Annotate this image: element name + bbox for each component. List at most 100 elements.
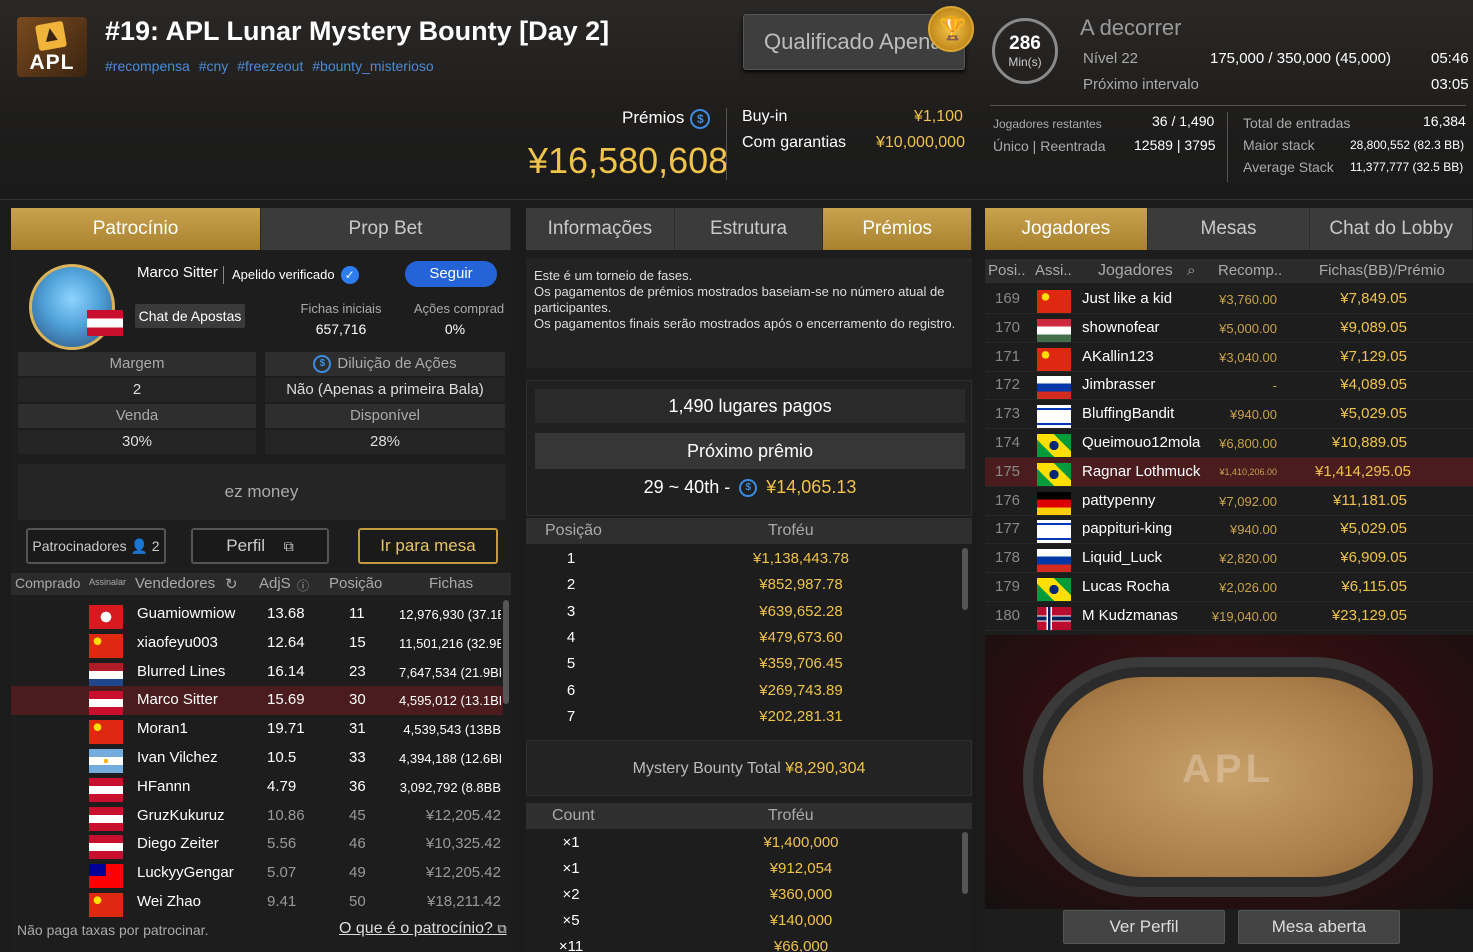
col-sellers[interactable]: Vendedores: [135, 575, 215, 592]
table-row[interactable]: LuckyyGengar 5.07 49 ¥12,205.42: [11, 859, 503, 889]
prize-value: ¥639,652.28: [759, 602, 843, 620]
follow-button[interactable]: Seguir: [405, 261, 497, 287]
table-row[interactable]: Guamiowmiow 13.68 11 12,976,930 (37.1BB): [11, 600, 503, 629]
col-mark[interactable]: Assi..: [1035, 262, 1072, 279]
col-chips-prize[interactable]: Fichas(BB)/Prémio: [1319, 262, 1445, 279]
sponsors-button[interactable]: Patrocinadores 👤 2: [26, 528, 166, 564]
tab-prizes[interactable]: Prémios: [823, 208, 973, 250]
tag-link[interactable]: #freezeout: [237, 58, 303, 74]
player-row[interactable]: 180 M Kudzmanas ¥19,040.00 ¥23,129.05: [985, 602, 1473, 631]
table-logo: APL: [1182, 747, 1274, 791]
country-flag-icon: [89, 633, 123, 658]
col-mark[interactable]: Assinalar: [89, 577, 126, 587]
tab-tables[interactable]: Mesas: [1147, 208, 1311, 250]
seller-name: Guamiowmiow: [137, 605, 236, 622]
player-row[interactable]: 177 pappituri-king ¥940.00 ¥5,029.05: [985, 515, 1473, 545]
player-name: pappituri-king: [1082, 520, 1173, 538]
tab-info[interactable]: Informações: [526, 208, 675, 250]
col-bounty[interactable]: Recomp..: [1218, 262, 1282, 279]
player-rank: 173: [995, 405, 1021, 423]
bet-chat-button[interactable]: Chat de Apostas: [135, 304, 245, 328]
refresh-icon[interactable]: ↻: [225, 575, 238, 593]
player-bounty: ¥2,026.00: [1219, 580, 1277, 595]
table-row[interactable]: Wei Zhao 9.41 50 ¥18,211.42: [11, 888, 503, 917]
shares-bought-value: 0%: [444, 321, 466, 337]
prizes-scrollbar[interactable]: [962, 548, 968, 610]
tab-sponsorship[interactable]: Patrocínio: [11, 208, 261, 250]
avatar[interactable]: [29, 264, 115, 350]
timer-unit: Min(s): [1008, 55, 1042, 69]
country-flag-icon: [1037, 520, 1071, 544]
tag-link[interactable]: #recompensa: [105, 58, 190, 74]
tag-link[interactable]: #cny: [199, 58, 229, 74]
player-row[interactable]: 169 Just like a kid ¥3,760.00 ¥7,849.05: [985, 285, 1473, 314]
view-profile-button[interactable]: Ver Perfil: [1063, 910, 1225, 944]
profile-button[interactable]: Perfil ⧉: [191, 528, 329, 564]
seller-position: 46: [349, 835, 366, 853]
sellers-scrollbar[interactable]: [503, 600, 509, 704]
table-row[interactable]: HFannn 4.79 36 3,092,792 (8.8BB: [11, 773, 503, 802]
player-row[interactable]: 174 Queimouo12mola ¥6,800.00 ¥10,889.05: [985, 429, 1473, 458]
seller-position: 23: [349, 662, 366, 680]
country-flag-icon: [1037, 376, 1071, 400]
external-link-icon: ⧉: [497, 921, 507, 936]
player-prize: ¥9,089.05: [1340, 318, 1407, 336]
prize-value: ¥269,743.89: [759, 681, 843, 699]
bounty-row: ×2 ¥360,000: [526, 882, 962, 908]
player-name: Jimbrasser: [1082, 376, 1156, 394]
tag-link[interactable]: #bounty_misterioso: [312, 58, 433, 74]
seller-position: 15: [349, 633, 366, 651]
col-rank[interactable]: Posi..: [988, 262, 1026, 279]
player-row[interactable]: 172 Jimbrasser - ¥4,089.05: [985, 371, 1473, 401]
col-adjs[interactable]: AdjS: [259, 575, 291, 592]
table-row[interactable]: Diego Zeiter 5.56 46 ¥10,325.42: [11, 830, 503, 860]
col-position[interactable]: Posição: [329, 575, 382, 592]
go-to-table-button[interactable]: Ir para mesa: [358, 528, 498, 564]
player-row[interactable]: 176 pattypenny ¥7,092.00 ¥11,181.05: [985, 487, 1473, 516]
player-bounty: ¥2,820.00: [1219, 551, 1277, 567]
open-table-button[interactable]: Mesa aberta: [1238, 910, 1400, 944]
country-flag-icon: [1037, 491, 1071, 515]
bounty-value: ¥140,000: [769, 912, 833, 929]
buyin-label: Buy-in: [742, 108, 788, 125]
seller-adjs: 10.5: [267, 749, 297, 766]
prize-row: 5 ¥359,706.45: [526, 651, 962, 677]
level-label: Nível 22: [1083, 50, 1139, 67]
player-row[interactable]: 170 shownofear ¥5,000.00 ¥9,089.05: [985, 314, 1473, 343]
seller-chips: 7,647,534 (21.9BB: [399, 664, 501, 680]
player-prize: ¥10,889.05: [1331, 434, 1407, 451]
player-row[interactable]: 171 AKallin123 ¥3,040.00 ¥7,129.05: [985, 343, 1473, 372]
bounty-scrollbar[interactable]: [962, 832, 968, 894]
table-row[interactable]: Moran1 19.71 31 4,539,543 (13BB: [11, 715, 503, 745]
search-icon[interactable]: ⌕: [1187, 262, 1195, 279]
table-row[interactable]: Ivan Vilchez 10.5 33 4,394,188 (12.6BB: [11, 744, 503, 773]
table-row[interactable]: Marco Sitter 15.69 30 4,595,012 (13.1BB: [11, 686, 503, 716]
player-row[interactable]: 175 Ragnar Lothmuck ¥1,410,206.00 ¥1,414,29…: [985, 457, 1473, 487]
player-row[interactable]: 173 BluffingBandit ¥940.00 ¥5,029.05: [985, 400, 1473, 430]
player-rank: 170: [995, 318, 1021, 336]
guarantee-label: Com garantias: [742, 134, 847, 151]
prize-value: ¥202,281.31: [759, 707, 843, 725]
table-row[interactable]: xiaofeyu003 12.64 15 11,501,216 (32.9BB): [11, 629, 503, 658]
header-divider: [990, 105, 1466, 106]
col-chips[interactable]: Fichas: [429, 575, 473, 592]
player-name: Queimouo12mola: [1082, 434, 1201, 451]
table-row[interactable]: Blurred Lines 16.14 23 7,647,534 (21.9BB: [11, 658, 503, 687]
bounty-row: ×1 ¥1,400,000: [526, 830, 962, 856]
tab-lobby-chat[interactable]: Chat do Lobby: [1310, 208, 1473, 250]
col-bought[interactable]: Comprado: [15, 575, 80, 591]
seller-chips: 3,092,792 (8.8BB: [399, 779, 501, 795]
player-row[interactable]: 178 Liquid_Luck ¥2,820.00 ¥6,909.05: [985, 544, 1473, 574]
col-players[interactable]: Jogadores: [1098, 262, 1173, 280]
next-prize-range: 29 ~ 40th: [643, 477, 720, 497]
player-row[interactable]: 179 Lucas Rocha ¥2,026.00 ¥6,115.05: [985, 573, 1473, 602]
tab-structure[interactable]: Estrutura: [674, 208, 824, 250]
verified-check-icon: ✓: [340, 266, 359, 284]
info-icon[interactable]: ⓘ: [297, 577, 309, 594]
what-is-sponsorship-link[interactable]: O que é o patrocínio? ⧉: [339, 920, 507, 938]
austria-flag-icon: [87, 310, 123, 336]
table-row[interactable]: GruzKukuruz 10.86 45 ¥12,205.42: [11, 802, 503, 831]
tab-prop-bet[interactable]: Prop Bet: [261, 208, 511, 250]
tab-players[interactable]: Jogadores: [985, 208, 1148, 250]
seller-name: Moran1: [137, 720, 188, 738]
